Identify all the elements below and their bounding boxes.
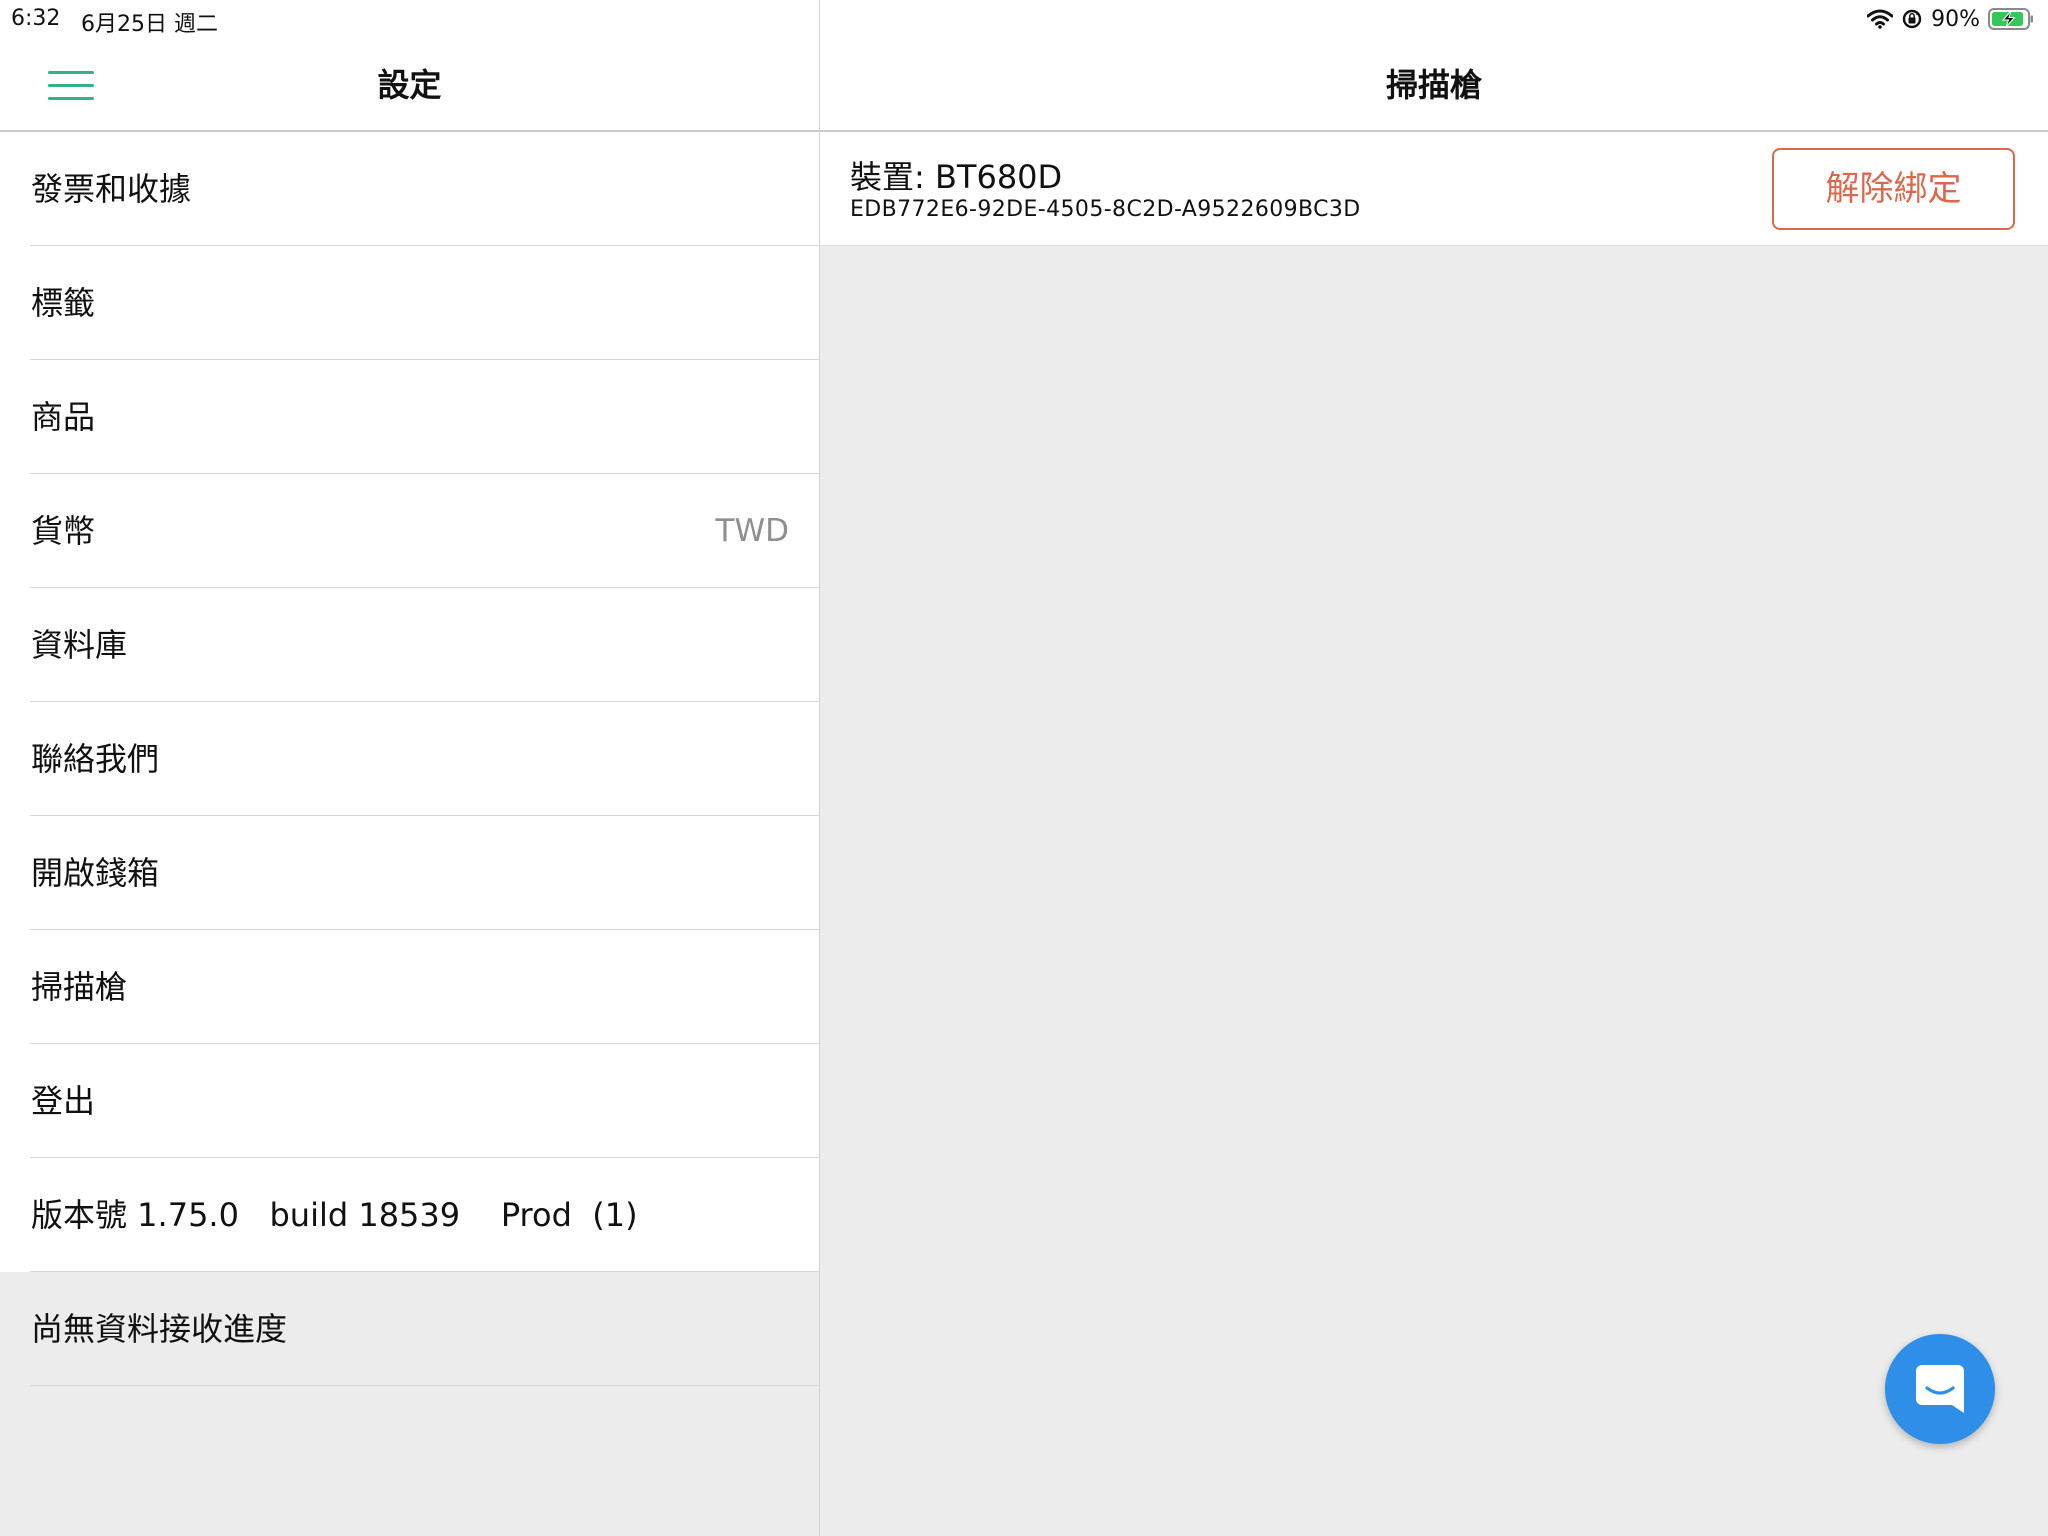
chat-bubble-icon	[1916, 1365, 1964, 1413]
settings-item-currency[interactable]: 貨幣 TWD	[0, 474, 819, 588]
chat-button[interactable]	[1885, 1334, 1995, 1444]
currency-value: TWD	[715, 513, 789, 549]
settings-item-database[interactable]: 資料庫	[0, 588, 819, 702]
version-info: 版本號 1.75.0 build 18539 Prod (1)	[31, 1196, 638, 1234]
device-name: 裝置: BT680D	[850, 158, 1063, 196]
scanner-detail-pane: 掃描槍 裝置: BT680D EDB772E6-92DE-4505-8C2D-A…	[820, 0, 2048, 1536]
settings-item-logout[interactable]: 登出	[0, 1044, 819, 1158]
settings-item-label: 貨幣	[31, 512, 96, 550]
device-uuid: EDB772E6-92DE-4505-8C2D-A9522609BC3D	[850, 197, 1361, 222]
settings-item-label: 資料庫	[31, 626, 128, 664]
settings-item-label: 登出	[31, 1082, 96, 1120]
sidebar-title: 設定	[377, 66, 442, 104]
sync-status-row: 尚無資料接收進度	[0, 1272, 819, 1386]
settings-list: 發票和收據 標籤 商品 貨幣 TWD 資料庫 聯絡我們 開啟錢箱 掃描槍 登出 …	[0, 132, 819, 1386]
settings-item-open-cash-drawer[interactable]: 開啟錢箱	[0, 816, 819, 930]
settings-item-tags[interactable]: 標籤	[0, 246, 819, 360]
status-indicators: 90%	[1867, 5, 2034, 33]
settings-item-contact-us[interactable]: 聯絡我們	[0, 702, 819, 816]
split-divider	[819, 0, 820, 1536]
sync-status-text: 尚無資料接收進度	[31, 1310, 288, 1348]
detail-title: 掃描槍	[1385, 66, 1482, 104]
settings-item-scanner[interactable]: 掃描槍	[0, 930, 819, 1044]
settings-item-label: 發票和收據	[31, 170, 192, 208]
settings-item-label: 商品	[31, 398, 96, 436]
settings-item-version: 版本號 1.75.0 build 18539 Prod (1)	[0, 1158, 819, 1272]
rotation-lock-icon	[1902, 9, 1922, 29]
battery-charging-icon	[1988, 8, 2033, 30]
settings-item-label: 掃描槍	[31, 968, 128, 1006]
unbind-button[interactable]: 解除綁定	[1772, 148, 2015, 230]
status-bar: 6:32 6月25日 週二 90%	[0, 0, 2048, 37]
settings-item-label: 開啟錢箱	[31, 854, 160, 892]
settings-item-label: 標籤	[31, 284, 96, 322]
settings-item-invoices-receipts[interactable]: 發票和收據	[0, 132, 819, 246]
settings-sidebar: 設定 發票和收據 標籤 商品 貨幣 TWD 資料庫 聯絡我們 開啟錢箱 掃描槍 …	[0, 0, 819, 1536]
battery-percent: 90%	[1931, 6, 1980, 32]
status-time: 6:32	[11, 6, 61, 31]
settings-item-label: 聯絡我們	[31, 740, 160, 778]
settings-item-products[interactable]: 商品	[0, 360, 819, 474]
status-date: 6月25日 週二	[81, 12, 218, 37]
wifi-icon	[1867, 9, 1894, 29]
scanner-device-card: 裝置: BT680D EDB772E6-92DE-4505-8C2D-A9522…	[820, 132, 2048, 246]
